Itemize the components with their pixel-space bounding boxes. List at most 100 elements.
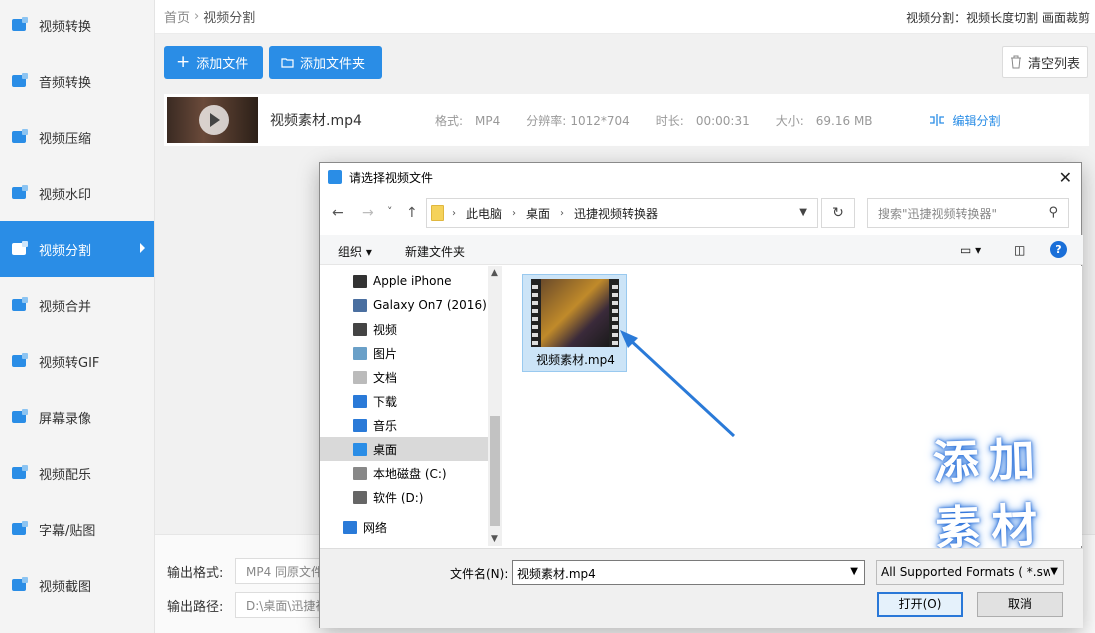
breadcrumb: 首页 › 视频分割 视频分割：视频长度切割 画面裁剪 [155,0,1095,34]
sidebar-item[interactable]: 视频压缩 [0,109,154,165]
sidebar-item[interactable]: 视频配乐 [0,445,154,501]
sidebar-item-label: 视频分割 [39,243,92,259]
sidebar-item[interactable]: 字幕/贴图 [0,501,154,557]
size-label: 大小: [775,113,804,128]
sidebar-item[interactable]: 视频水印 [0,165,154,221]
address-crumb-pc[interactable]: 此电脑 [466,205,502,222]
chevron-down-icon[interactable]: ▼ [850,566,858,577]
nav-item-label: Galaxy On7 (2016) [373,298,487,312]
nav-item[interactable]: Galaxy On7 (2016) [320,293,488,317]
size-value: 69.16 MB [815,113,873,128]
phone-icon [353,274,367,288]
duration-value: 00:00:31 [695,113,750,128]
nav-item[interactable]: 桌面 [320,437,488,461]
file-item[interactable]: 视频素材.mp4 [522,274,627,372]
back-arrow-icon[interactable]: ← [332,205,344,221]
sidebar-item[interactable]: 视频分割 [0,221,154,277]
play-icon[interactable] [199,105,229,135]
video-folder-icon [353,322,367,336]
video-convert-icon [10,15,30,35]
refresh-icon[interactable]: ↻ [821,198,855,228]
filename-label: 文件名(N): [450,567,509,581]
sidebar-item[interactable]: 视频转换 [0,0,154,53]
nav-item[interactable]: 音乐 [320,413,488,437]
nav-item[interactable]: 视频 [320,317,488,341]
annotation-text: 添加素材 [932,431,1049,556]
gif-icon [10,351,30,371]
cancel-button[interactable]: 取消 [977,592,1063,617]
scrollbar-thumb[interactable] [490,416,500,526]
chevron-down-icon[interactable]: ▼ [799,207,807,218]
address-bar[interactable]: › 此电脑 › 桌面 › 迅捷视频转换器 ▼ [426,198,818,228]
folder-icon [431,205,444,221]
nav-item[interactable]: 网络 [320,515,488,539]
search-icon: ⚲ [1048,205,1058,220]
sidebar-item[interactable]: 视频转GIF [0,333,154,389]
file-type-value: All Supported Formats ( *.sw [881,565,1053,579]
desktop-icon [353,442,367,456]
address-row: ← → ˅ ↑ › 此电脑 › 桌面 › 迅捷视频转换器 ▼ ↻ 搜索"迅捷视频… [320,197,1083,229]
up-arrow-icon[interactable]: ↑ [406,205,418,221]
nav-item[interactable]: 软件 (D:) [320,485,488,509]
address-crumb-desktop[interactable]: 桌面 [526,205,550,222]
nav-item-label: 视频 [373,322,398,337]
sidebar: 视频转换 音频转换视频压缩视频水印视频分割视频合并 视频转GIF 屏幕录像视频配乐字幕… [0,0,155,633]
scroll-up-icon[interactable]: ▲ [491,268,498,278]
sidebar-item[interactable]: 视频合并 [0,277,154,333]
organize-menu[interactable]: 组织 ▾ [338,243,372,260]
breadcrumb-separator: › [194,9,200,24]
address-crumb-folder[interactable]: 迅捷视频转换器 [574,205,658,222]
nav-item[interactable]: 本地磁盘 (C:) [320,461,488,485]
preview-pane-icon[interactable]: ◫ [1014,243,1025,257]
sidebar-item-label: 视频配乐 [39,467,92,483]
add-folder-button[interactable]: 添加文件夹 [269,46,382,79]
file-item-name: 视频素材.mp4 [536,353,615,367]
documents-folder-icon [353,370,367,384]
sidebar-item[interactable]: 音频转换 [0,53,154,109]
clear-list-button[interactable]: 清空列表 [1002,46,1088,78]
edit-split-button[interactable]: 编辑分割 [929,112,1001,129]
new-folder-button[interactable]: 新建文件夹 [405,243,465,260]
sidebar-item[interactable]: 屏幕录像 [0,389,154,445]
annotation-arrow-icon [620,330,736,438]
file-type-select[interactable]: All Supported Formats ( *.sw ▼ [876,560,1064,585]
file-content-pane: 视频素材.mp4 添加素材 [504,266,1082,556]
plus-icon: + [176,52,191,72]
help-icon[interactable]: ? [1050,241,1067,258]
trash-icon [1010,55,1021,69]
filename-value: 视频素材.mp4 [517,567,596,581]
nav-item[interactable]: 图片 [320,341,488,365]
nav-item[interactable]: Apple iPhone [320,269,488,293]
forward-arrow-icon[interactable]: → [362,205,374,221]
search-placeholder: 搜索"迅捷视频转换器" [878,206,998,221]
close-icon[interactable]: ✕ [1059,168,1072,187]
add-file-button[interactable]: + 添加文件 [164,46,263,79]
disk-c-icon [353,466,367,480]
search-input[interactable]: 搜索"迅捷视频转换器" ⚲ [867,198,1069,228]
duration-label: 时长: [655,113,684,128]
recent-locations-icon[interactable]: ˅ [387,205,393,218]
nav-item-label: 网络 [363,520,388,535]
view-mode-icon[interactable]: ▭ ▾ [960,243,981,257]
folder-icon [281,58,294,68]
video-thumbnail[interactable] [167,97,258,143]
chevron-down-icon[interactable]: ▼ [1050,566,1058,577]
sidebar-item-label: 视频水印 [39,187,92,203]
filename-input[interactable]: 视频素材.mp4 ▼ [512,560,865,585]
open-button[interactable]: 打开(O) [877,592,963,617]
subtitle-sticker-icon [10,519,30,539]
nav-item[interactable]: 文档 [320,365,488,389]
file-row[interactable]: 视频素材.mp4 格式: MP4 分辨率: 1012*704 时长: 00:00:31… [164,94,1089,146]
sidebar-item-label: 视频压缩 [39,131,92,147]
scroll-down-icon[interactable]: ▼ [491,534,498,544]
format-value: MP4 [475,113,501,128]
video-compress-icon [10,127,30,147]
feature-description: 视频分割：视频长度切割 画面裁剪 [906,11,1090,25]
breadcrumb-home[interactable]: 首页 [164,7,190,26]
breadcrumb-separator: › [560,207,565,219]
sidebar-item[interactable]: 视频截图 [0,557,154,613]
file-duration: 时长: 00:00:31 [656,112,750,129]
nav-scrollbar[interactable]: ▲ ▼ [488,266,502,546]
file-resolution: 分辨率: 1012*704 [526,112,630,129]
nav-item[interactable]: 下载 [320,389,488,413]
